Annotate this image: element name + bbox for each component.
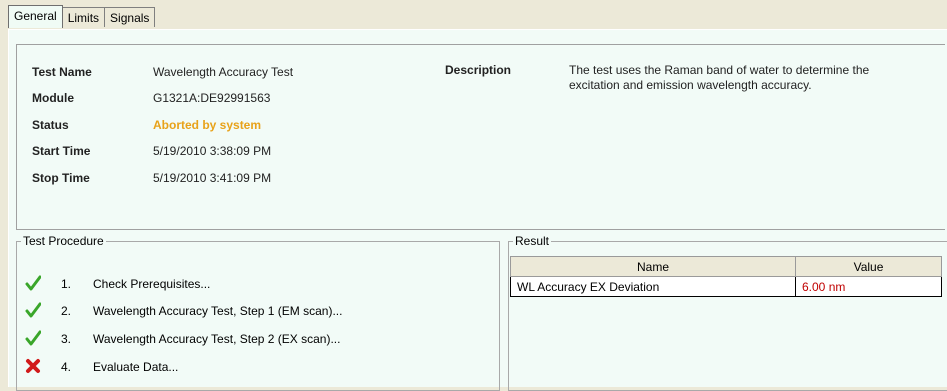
step-number: 2. [61, 304, 72, 318]
test-name-value: Wavelength Accuracy Test [153, 65, 294, 79]
module-value: G1321A:DE92991563 [153, 91, 271, 105]
step-number: 1. [61, 277, 72, 291]
tab-general[interactable]: General [8, 5, 63, 28]
step-label: Check Prerequisites... [93, 277, 211, 291]
stop-time-label: Stop Time [32, 171, 90, 185]
status-value: Aborted by system [153, 118, 262, 132]
stop-time-value: 5/19/2010 3:41:09 PM [153, 171, 272, 185]
tab-strip: General Limits Signals [8, 5, 156, 29]
table-row[interactable]: WL Accuracy EX Deviation 6.00 nm [510, 276, 942, 297]
check-icon [25, 302, 41, 318]
column-header-name[interactable]: Name [510, 256, 796, 277]
result-name-cell: WL Accuracy EX Deviation [510, 276, 796, 297]
tab-signals[interactable]: Signals [104, 7, 156, 27]
test-name-label: Test Name [32, 65, 92, 79]
result-value-cell: 6.00 nm [795, 276, 942, 297]
step-number: 4. [61, 360, 72, 374]
check-icon [25, 330, 41, 346]
start-time-label: Start Time [32, 144, 91, 158]
status-label: Status [32, 118, 69, 132]
test-procedure-group: Test Procedure 1. Check Prerequisites...… [16, 234, 500, 391]
test-info-box: Test Name Wavelength Accuracy Test Modul… [16, 44, 945, 230]
description-label: Description [445, 63, 512, 77]
test-procedure-title: Test Procedure [21, 234, 106, 248]
step-number: 3. [61, 332, 72, 346]
start-time-value: 5/19/2010 3:38:09 PM [153, 144, 272, 158]
description-line-2: excitation and emission wavelength accur… [569, 78, 812, 92]
column-header-value[interactable]: Value [795, 256, 942, 277]
check-icon [25, 275, 41, 291]
step-label: Wavelength Accuracy Test, Step 2 (EX sca… [93, 332, 341, 346]
step-label: Evaluate Data... [93, 360, 179, 374]
result-table: Name Value WL Accuracy EX Deviation 6.00… [510, 256, 942, 297]
step-label: Wavelength Accuracy Test, Step 1 (EM sca… [93, 304, 343, 318]
result-title: Result [513, 234, 552, 248]
x-icon [26, 359, 40, 373]
tab-limits[interactable]: Limits [61, 7, 106, 27]
module-label: Module [32, 91, 74, 105]
description-line-1: The test uses the Raman band of water to… [569, 63, 870, 77]
